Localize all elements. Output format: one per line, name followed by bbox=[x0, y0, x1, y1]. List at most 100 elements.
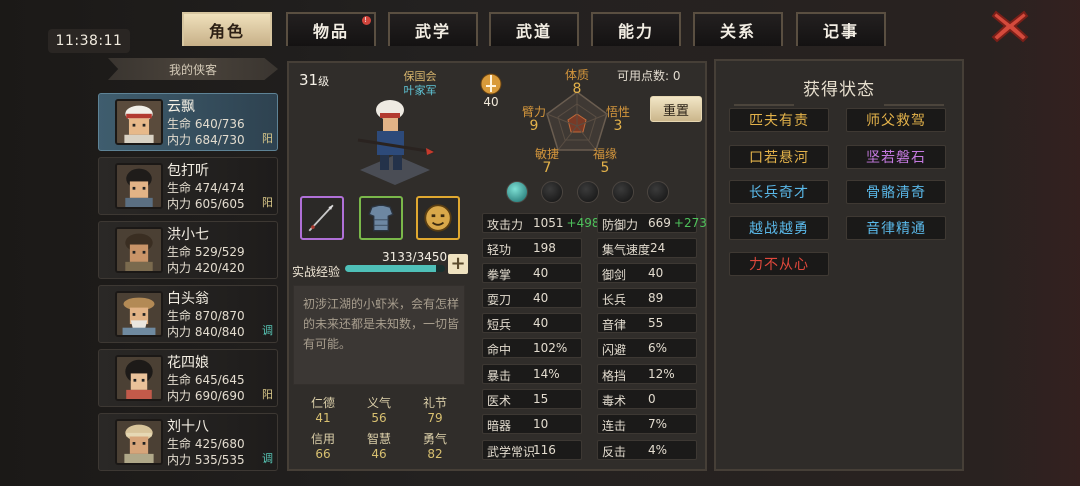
stat-label: 格挡 bbox=[602, 369, 627, 383]
tab-ability[interactable]: 能力 bbox=[591, 12, 681, 46]
clock: 11:38:11 bbox=[48, 29, 130, 53]
equipment-slot-weapon[interactable] bbox=[300, 196, 344, 240]
equipment-slot-accessory[interactable] bbox=[416, 196, 460, 240]
mask-icon bbox=[424, 204, 452, 232]
meridian-orb[interactable] bbox=[612, 181, 634, 203]
stat-label: 闪避 bbox=[602, 343, 627, 357]
stat-value: 89 bbox=[648, 291, 664, 305]
reset-button[interactable]: 重置 bbox=[650, 96, 702, 122]
stat-row: 防御力 669 +273 bbox=[597, 213, 707, 233]
stat-row: 反击 4% bbox=[597, 440, 697, 460]
stat-row: 武学常识 116 bbox=[482, 440, 582, 460]
stat-row: 短兵 40 bbox=[482, 313, 582, 333]
meridian-orb[interactable] bbox=[541, 181, 563, 203]
hero-card-hongxiaoqi[interactable]: 洪小七 生命 529/529 内力 420/420 bbox=[98, 221, 278, 279]
status-tag[interactable]: 坚若磐石 bbox=[846, 145, 946, 169]
stat-row: 音律 55 bbox=[597, 313, 697, 333]
attr-label: 敏捷 bbox=[534, 147, 559, 161]
stat-number: 1051 bbox=[533, 216, 564, 230]
character-sprite bbox=[350, 80, 440, 190]
virtue-value: 56 bbox=[371, 411, 387, 425]
virtue-value: 79 bbox=[427, 411, 443, 425]
status-tag[interactable]: 力不从心 bbox=[729, 252, 829, 276]
stat-row: 闪避 6% bbox=[597, 338, 697, 358]
stat-label: 武学常识 bbox=[487, 445, 536, 459]
stat-label: 拳掌 bbox=[487, 268, 512, 282]
stat-value: 14% bbox=[533, 367, 560, 381]
hero-card-liushiba[interactable]: 刘十八 生命 425/680 内力 535/535 调 bbox=[98, 413, 278, 471]
attr-value: 5 bbox=[600, 160, 610, 176]
hero-mp: 内力 605/605 bbox=[167, 197, 245, 211]
stat-row: 毒术 0 bbox=[597, 389, 697, 409]
hero-name: 白头翁 bbox=[167, 291, 209, 307]
stat-label: 攻击力 bbox=[487, 218, 524, 232]
title-divider bbox=[734, 92, 944, 106]
tab-character[interactable]: 角色 bbox=[182, 12, 272, 46]
attr-label: 臂力 bbox=[521, 105, 546, 119]
close-button[interactable] bbox=[990, 8, 1030, 44]
status-tag[interactable]: 匹夫有责 bbox=[729, 108, 829, 132]
stat-label: 长兵 bbox=[602, 293, 627, 307]
hero-name: 包打听 bbox=[167, 163, 209, 179]
stat-label: 暴击 bbox=[487, 369, 512, 383]
stat-label: 连击 bbox=[602, 419, 627, 433]
tab-martial-arts[interactable]: 武学 bbox=[388, 12, 478, 46]
stat-row: 集气速度 24 bbox=[597, 238, 697, 258]
hero-hp: 生命 529/529 bbox=[167, 245, 245, 259]
virtue-label: 勇气 bbox=[422, 432, 447, 446]
stat-bonus: +498 bbox=[566, 216, 600, 230]
add-exp-button[interactable]: + bbox=[448, 254, 468, 274]
hero-card-baitouweng[interactable]: 白头翁 生命 870/870 内力 840/840 调 bbox=[98, 285, 278, 343]
tab-label: 角色 bbox=[208, 22, 245, 41]
virtue-value: 82 bbox=[427, 447, 443, 461]
stat-label: 防御力 bbox=[602, 218, 639, 232]
hero-card-baodating[interactable]: 包打听 生命 474/474 内力 605/605 阳 bbox=[98, 157, 278, 215]
attr-value: 8 bbox=[572, 81, 582, 97]
attr-agility: 敏捷 7 bbox=[530, 147, 564, 175]
hero-tag: 调 bbox=[262, 452, 273, 465]
virtue-item: 信用 66 bbox=[295, 430, 351, 461]
hero-card-yunpiao[interactable]: 云飘 生命 640/736 内力 684/730 阳 bbox=[98, 93, 278, 151]
hero-hp: 生命 474/474 bbox=[167, 181, 245, 195]
stat-value: 0 bbox=[648, 392, 656, 406]
hero-tag: 阳 bbox=[262, 132, 273, 145]
stat-row: 连击 7% bbox=[597, 414, 697, 434]
hero-hp: 生命 870/870 bbox=[167, 309, 245, 323]
virtue-label: 义气 bbox=[366, 396, 391, 410]
status-tag[interactable]: 越战越勇 bbox=[729, 216, 829, 240]
stat-value: 669 +273 bbox=[648, 216, 707, 230]
tab-journal[interactable]: 记事 bbox=[796, 12, 886, 46]
meridian-orb[interactable] bbox=[577, 181, 599, 203]
stat-label: 医术 bbox=[487, 394, 512, 408]
attr-fortune: 福缘 5 bbox=[588, 147, 622, 175]
tab-relations[interactable]: 关系 bbox=[693, 12, 783, 46]
hero-mp: 内力 840/840 bbox=[167, 325, 245, 339]
avatar bbox=[115, 291, 163, 337]
stat-value: 7% bbox=[648, 417, 668, 431]
status-tag[interactable]: 音律精通 bbox=[846, 216, 946, 240]
equipment-slot-armor[interactable] bbox=[359, 196, 403, 240]
virtue-value: 46 bbox=[371, 447, 387, 461]
tab-martial-way[interactable]: 武道 bbox=[489, 12, 579, 46]
stat-value: 55 bbox=[648, 316, 664, 330]
status-tag[interactable]: 师父救驾 bbox=[846, 108, 946, 132]
status-tag[interactable]: 长兵奇才 bbox=[729, 180, 829, 204]
meridian-orb[interactable] bbox=[506, 181, 528, 203]
stat-value: 12% bbox=[648, 367, 675, 381]
stat-value: 116 bbox=[533, 443, 556, 457]
stat-label: 反击 bbox=[602, 445, 627, 459]
hero-mp: 内力 690/690 bbox=[167, 389, 245, 403]
stat-value: 24 bbox=[650, 241, 666, 255]
status-tag[interactable]: 骨骼清奇 bbox=[846, 180, 946, 204]
hero-name: 云飘 bbox=[167, 99, 195, 115]
stat-value: 40 bbox=[533, 316, 549, 330]
meridian-orb[interactable] bbox=[647, 181, 669, 203]
attr-label: 福缘 bbox=[592, 147, 617, 161]
stat-label: 命中 bbox=[487, 343, 512, 357]
tab-items[interactable]: 物品! bbox=[286, 12, 376, 46]
stat-row: 攻击力 1051 +498 bbox=[482, 213, 600, 233]
status-tag[interactable]: 口若悬河 bbox=[729, 145, 829, 169]
virtue-label: 信用 bbox=[310, 432, 335, 446]
stat-value: 6% bbox=[648, 341, 668, 355]
hero-card-huasiniang[interactable]: 花四娘 生命 645/645 内力 690/690 阳 bbox=[98, 349, 278, 407]
